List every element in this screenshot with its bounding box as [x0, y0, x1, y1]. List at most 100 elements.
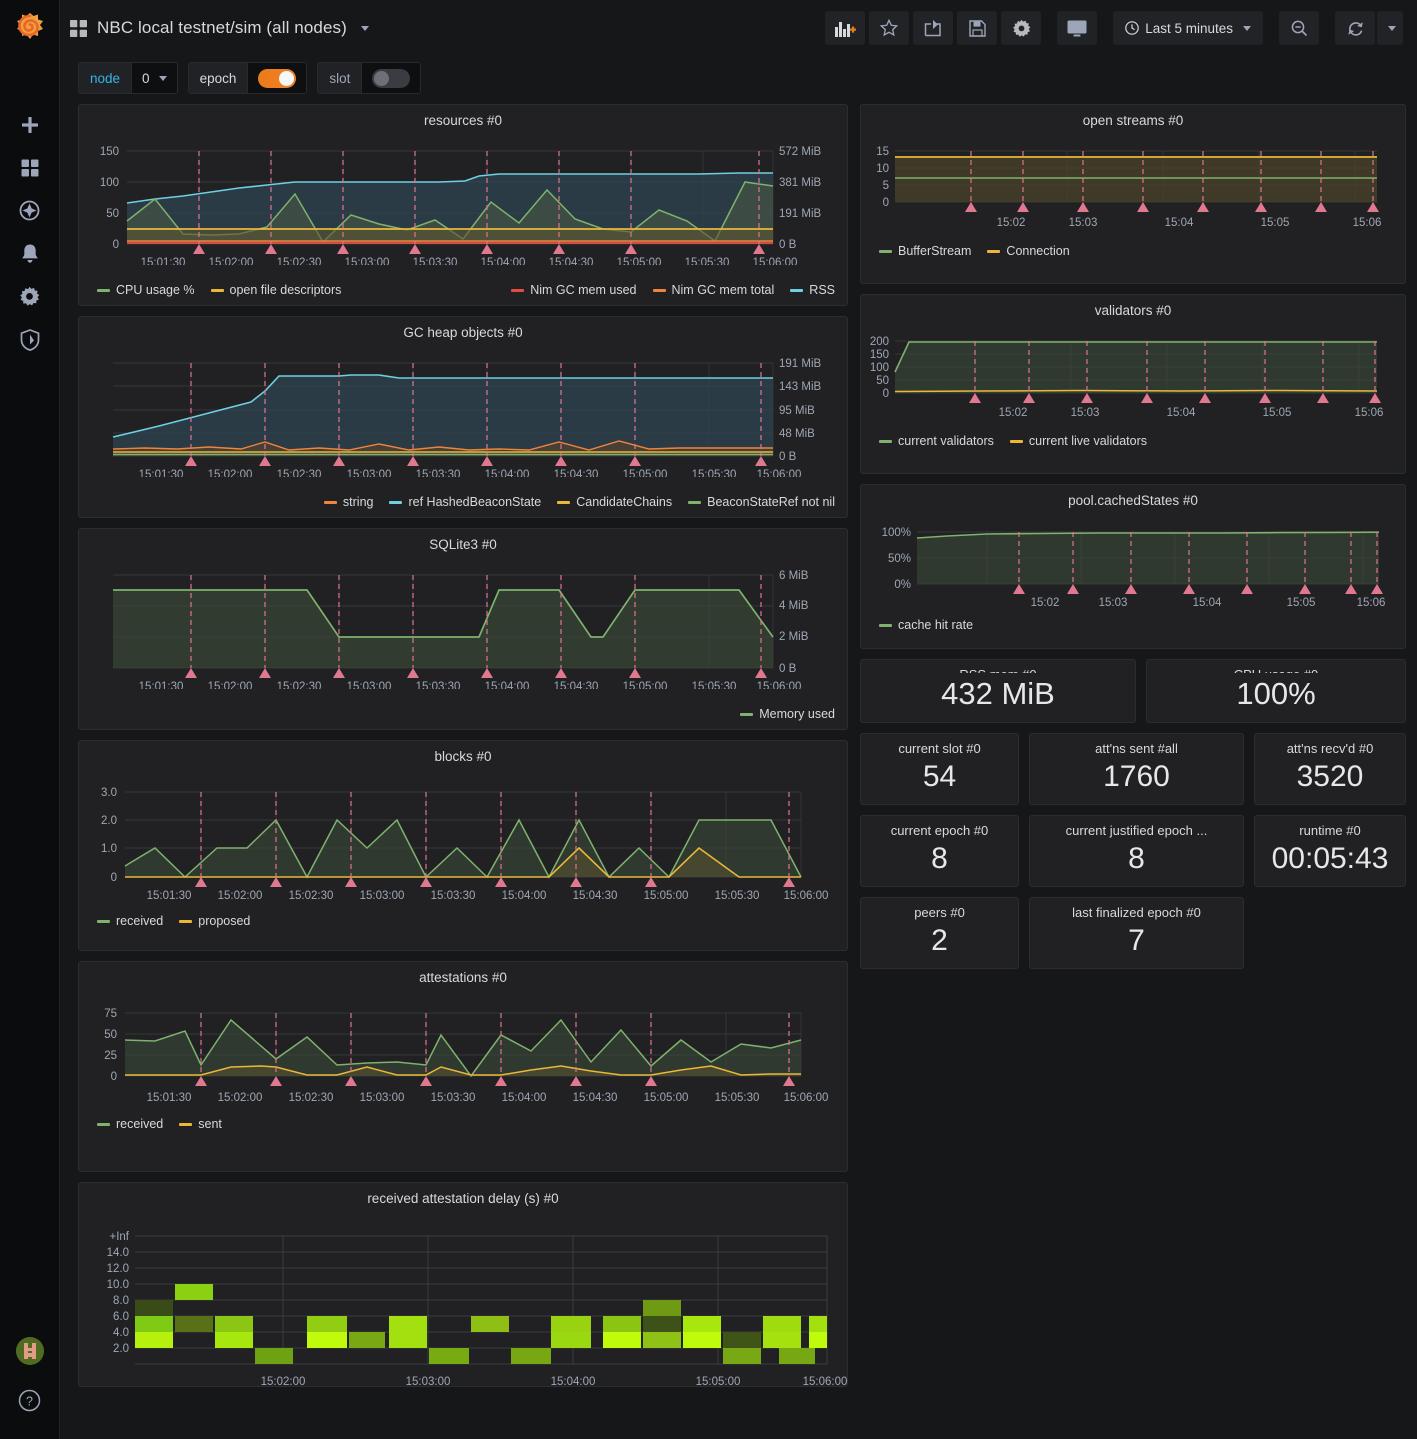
sidebar-item-create[interactable]	[0, 103, 60, 146]
panel-resources[interactable]: resources #0 150 100 50 0 572 MiB 381 Mi…	[78, 104, 848, 306]
legend-item[interactable]: Memory used	[740, 707, 835, 721]
legend-item[interactable]: CandidateChains	[557, 495, 672, 509]
stat-panel-current-epoch[interactable]: current epoch #0 8	[860, 815, 1019, 887]
legend-label: BufferStream	[898, 244, 971, 258]
legend-item[interactable]: RSS	[790, 283, 835, 297]
legend-swatch	[179, 920, 192, 923]
legend-item[interactable]: BufferStream	[879, 244, 971, 258]
legend-label: CandidateChains	[576, 495, 672, 509]
variable-node-select[interactable]: 0	[131, 63, 177, 93]
stat-title: current epoch #0	[891, 823, 989, 838]
legend-swatch	[740, 713, 753, 716]
sidebar-item-explore[interactable]	[0, 189, 60, 232]
svg-text:15:03:30: 15:03:30	[416, 681, 461, 689]
variable-epoch-toggle[interactable]	[247, 63, 306, 93]
legend-item[interactable]: sent	[179, 1117, 222, 1131]
stat-panel-peers[interactable]: peers #0 2	[860, 897, 1019, 969]
svg-text:150: 150	[870, 349, 889, 361]
svg-text:15:01:30: 15:01:30	[139, 469, 184, 477]
legend-item[interactable]: ref HashedBeaconState	[389, 495, 541, 509]
svg-text:10.0: 10.0	[107, 1279, 129, 1291]
refresh-button[interactable]	[1335, 11, 1375, 45]
panel-attestations[interactable]: attestations #0 75 50 25 0	[78, 961, 848, 1172]
blocks-chart: 3.0 2.0 1.0 0	[79, 766, 847, 904]
legend-item[interactable]: Connection	[987, 244, 1069, 258]
svg-text:15:06:00: 15:06:00	[757, 681, 802, 689]
stat-panel-rss-mem[interactable]: RSS mem #0 432 MiB	[860, 659, 1136, 723]
svg-text:75: 75	[104, 1008, 117, 1020]
help-icon[interactable]: ?	[18, 1389, 41, 1417]
grafana-logo-icon[interactable]	[13, 10, 47, 49]
cachedstates-chart: 100% 50% 0%	[861, 510, 1405, 614]
legend-item[interactable]: received	[97, 1117, 163, 1131]
share-button[interactable]	[913, 11, 953, 45]
star-button[interactable]	[869, 11, 909, 45]
stat-panel-attns-recvd[interactable]: att'ns recv'd #0 3520	[1254, 733, 1406, 805]
svg-text:15:04:00: 15:04:00	[502, 890, 547, 902]
chevron-down-icon[interactable]	[361, 26, 369, 31]
legend-item[interactable]: received	[97, 914, 163, 928]
svg-text:?: ?	[26, 1394, 33, 1408]
refresh-interval-dropdown[interactable]	[1377, 11, 1403, 45]
stat-title: RSS mem #0	[959, 667, 1036, 673]
svg-text:15:02:00: 15:02:00	[218, 890, 263, 902]
legend-item[interactable]: proposed	[179, 914, 250, 928]
heatmap-cells	[135, 1284, 827, 1364]
svg-text:15:03:00: 15:03:00	[360, 1092, 405, 1104]
legend-open-streams: BufferStream Connection	[861, 240, 1405, 266]
stat-panel-attns-sent[interactable]: att'ns sent #all 1760	[1029, 733, 1244, 805]
add-panel-button[interactable]	[825, 11, 865, 45]
sidebar-item-alerting[interactable]	[0, 232, 60, 275]
svg-text:15:06: 15:06	[1355, 407, 1384, 419]
save-button[interactable]	[957, 11, 997, 45]
panel-title-open-streams: open streams #0	[861, 105, 1405, 130]
user-avatar[interactable]	[16, 1337, 44, 1365]
stat-panel-runtime[interactable]: runtime #0 00:05:43	[1254, 815, 1406, 887]
legend-label: cache hit rate	[898, 618, 973, 632]
time-range-picker[interactable]: Last 5 minutes	[1113, 11, 1263, 45]
resources-chart: 150 100 50 0 572 MiB 381 MiB 191 MiB 0 B	[79, 130, 847, 265]
svg-text:15:01:30: 15:01:30	[147, 1092, 192, 1104]
dashboard-title-area[interactable]: NBC local testnet/sim (all nodes)	[70, 18, 369, 38]
sidebar-item-configuration[interactable]	[0, 275, 60, 318]
legend-sqlite3: Memory used	[79, 703, 847, 729]
svg-text:4.0: 4.0	[113, 1327, 129, 1339]
stat-panel-last-finalized-epoch[interactable]: last finalized epoch #0 7	[1029, 897, 1244, 969]
toggle-switch-on	[258, 69, 296, 88]
stat-title: runtime #0	[1299, 823, 1360, 838]
sidebar-item-dashboards[interactable]	[0, 146, 60, 189]
stat-panel-current-slot[interactable]: current slot #0 54	[860, 733, 1019, 805]
panel-received-attestation-delay[interactable]: received attestation delay (s) #0 +Inf 1…	[78, 1182, 848, 1387]
legend-item[interactable]: Nim GC mem total	[653, 283, 775, 297]
settings-button[interactable]	[1001, 11, 1041, 45]
panel-open-streams[interactable]: open streams #0 15 10 5 0	[860, 104, 1406, 284]
legend-item[interactable]: BeaconStateRef not nil	[688, 495, 835, 509]
legend-item[interactable]: cache hit rate	[879, 618, 973, 632]
svg-text:100: 100	[100, 177, 119, 189]
panel-blocks[interactable]: blocks #0 3.0 2.0 1.0 0	[78, 740, 848, 951]
svg-text:2.0: 2.0	[113, 1343, 129, 1355]
svg-text:15:03:00: 15:03:00	[406, 1376, 451, 1388]
legend-item[interactable]: CPU usage %	[97, 283, 195, 297]
chevron-down-icon-time[interactable]	[1243, 26, 1251, 31]
legend-item[interactable]: Nim GC mem used	[511, 283, 636, 297]
template-variables-row: node 0 epoch slot	[60, 56, 1417, 104]
sidebar-item-server-admin[interactable]	[0, 318, 60, 361]
stat-row-4: peers #0 2 last finalized epoch #0 7	[860, 897, 1406, 969]
panel-pool-cachedstates[interactable]: pool.cachedStates #0 100% 50% 0%	[860, 484, 1406, 649]
panel-sqlite3[interactable]: SQLite3 #0 6 MiB 4 MiB 2 MiB 0 B	[78, 528, 848, 730]
panel-gc-heap-objects[interactable]: GC heap objects #0 191 MiB 143 MiB 95 Mi…	[78, 316, 848, 518]
zoom-out-button[interactable]	[1279, 11, 1319, 45]
variable-slot-toggle[interactable]	[361, 63, 420, 93]
stat-panel-cpu-usage[interactable]: CPU usage #0 100%	[1146, 659, 1406, 723]
svg-text:15:03:30: 15:03:30	[416, 469, 461, 477]
svg-text:2 MiB: 2 MiB	[779, 631, 809, 643]
legend-item[interactable]: open file descriptors	[211, 283, 342, 297]
legend-item[interactable]: current validators	[879, 434, 994, 448]
tv-mode-button[interactable]	[1057, 11, 1097, 45]
panel-title-gc-heap: GC heap objects #0	[79, 317, 847, 342]
legend-item[interactable]: string	[324, 495, 374, 509]
stat-panel-current-justified-epoch[interactable]: current justified epoch ... 8	[1029, 815, 1244, 887]
panel-validators[interactable]: validators #0 200 150 100 50 0	[860, 294, 1406, 474]
legend-item[interactable]: current live validators	[1010, 434, 1147, 448]
